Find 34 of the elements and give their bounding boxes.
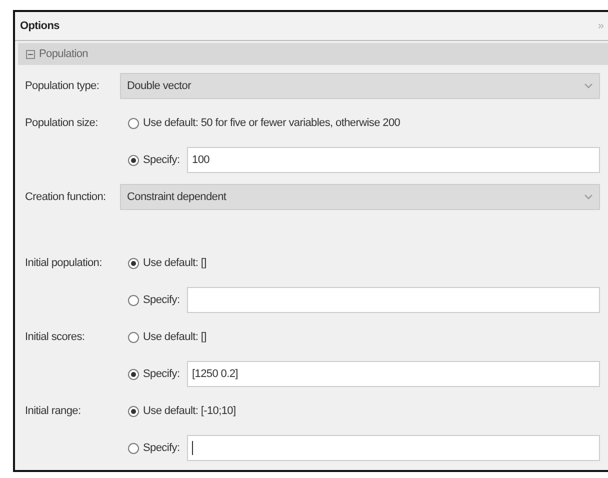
field-label: Initial population: (25, 257, 103, 269)
field-label: Initial scores: (25, 331, 86, 343)
option-label: Specify: (143, 294, 181, 306)
dropdown[interactable]: Double vector (120, 73, 600, 99)
section-title: Population (39, 48, 88, 60)
option-label: Specify: (143, 368, 181, 380)
chevron-down-icon (584, 194, 593, 200)
radio-button[interactable] (128, 332, 139, 342)
section-header[interactable]: Population (18, 43, 608, 65)
input-field[interactable] (187, 287, 600, 313)
field-label: Population size: (25, 117, 99, 129)
radio-button[interactable] (128, 294, 139, 306)
field-label: Initial range: (25, 405, 82, 417)
input-field[interactable]: 100 (187, 147, 600, 173)
radio-button[interactable] (128, 118, 139, 128)
radio-button[interactable] (128, 368, 139, 380)
input-field[interactable] (187, 435, 600, 461)
radio-button[interactable] (128, 258, 139, 268)
collapse-icon[interactable] (26, 50, 35, 58)
field-label: Creation function: (25, 191, 107, 203)
panel-title: Options (20, 20, 60, 32)
radio-button[interactable] (128, 154, 139, 166)
radio-button[interactable] (128, 442, 139, 454)
option-label: Use default: [] (143, 257, 206, 269)
option-label: Use default: 50 for five or fewer variables, otherwise 200 (143, 117, 400, 129)
option-label: Specify: (143, 154, 181, 166)
field-label: Population type: (25, 80, 100, 92)
radio-button[interactable] (128, 406, 139, 416)
input-field[interactable]: [1250 0.2] (187, 361, 600, 387)
option-label: Specify: (143, 442, 181, 454)
option-label: Use default: [-10;10] (143, 405, 236, 417)
option-label: Use default: [] (143, 331, 206, 343)
chevron-down-icon (584, 83, 593, 89)
dropdown[interactable]: Constraint dependent (120, 184, 600, 210)
